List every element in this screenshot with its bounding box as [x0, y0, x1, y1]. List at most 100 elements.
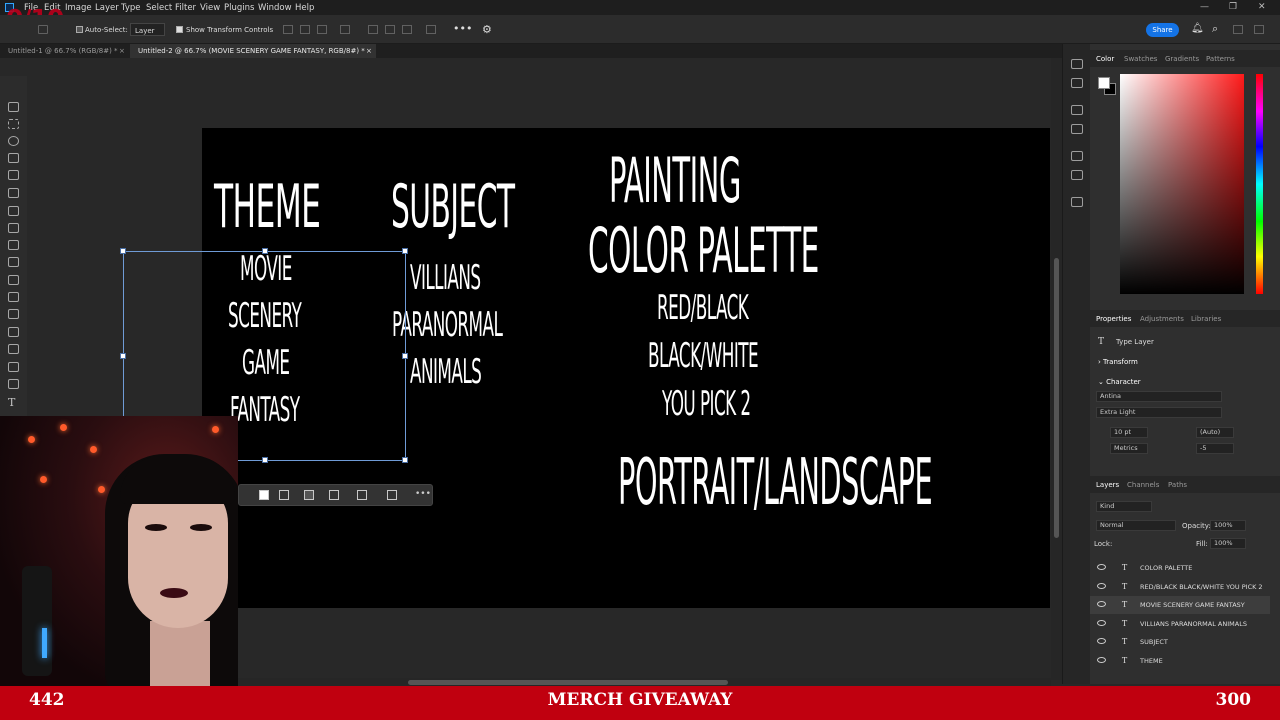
layer-row[interactable]: T SUBJECT — [1090, 633, 1270, 651]
menu-filter[interactable]: Filter — [175, 3, 196, 13]
layer-row[interactable]: T RED/BLACK BLACK/WHITE YOU PICK 2 — [1090, 578, 1270, 596]
paragraph-icon[interactable] — [1071, 151, 1083, 161]
handle-top-middle[interactable] — [262, 248, 268, 254]
vertical-scroll-thumb[interactable] — [1054, 258, 1059, 538]
fill-field[interactable]: 100% — [1210, 538, 1246, 549]
tools-icon[interactable] — [1071, 197, 1083, 207]
layer-row[interactable]: T COLOR PALETTE — [1090, 559, 1270, 577]
adjustments-icon[interactable] — [1071, 124, 1083, 134]
layer-row[interactable]: T THEME — [1090, 652, 1270, 670]
menu-layer[interactable]: Layer — [95, 3, 119, 13]
tab-patterns[interactable]: Patterns — [1206, 55, 1235, 63]
comments-icon[interactable] — [1071, 78, 1083, 88]
palette-item-red-black[interactable]: RED/BLACK — [657, 288, 749, 328]
tracking-field[interactable]: -5 — [1196, 443, 1234, 454]
history-icon[interactable] — [1071, 59, 1083, 69]
more-options-icon[interactable]: ••• — [453, 22, 472, 35]
distribute-vertical-icon[interactable] — [426, 25, 436, 34]
visibility-eye-icon[interactable] — [1097, 657, 1106, 663]
dodge-tool-icon[interactable] — [8, 344, 19, 354]
smudge-tool-icon[interactable] — [8, 327, 19, 337]
zoom-tool-icon[interactable] — [8, 362, 19, 372]
vertical-scrollbar[interactable] — [1051, 58, 1062, 680]
align-center-icon[interactable] — [304, 490, 314, 500]
marquee-tool-icon[interactable] — [8, 119, 19, 129]
tab-close-icon[interactable]: × — [119, 44, 125, 58]
character-section[interactable]: ⌄ Character — [1098, 378, 1141, 386]
subject-heading[interactable]: SUBJECT — [391, 172, 515, 242]
layer-row[interactable]: T MOVIE SCENERY GAME FANTASY — [1090, 596, 1270, 615]
handle-bottom-middle[interactable] — [262, 457, 268, 463]
font-style-dropdown[interactable]: Extra Light — [1096, 407, 1222, 418]
tab-swatches[interactable]: Swatches — [1124, 55, 1157, 63]
lasso-tool-icon[interactable] — [8, 136, 19, 146]
foreground-color-swatch[interactable] — [1098, 77, 1110, 89]
tab-libraries[interactable]: Libraries — [1191, 315, 1221, 323]
warp-text-icon[interactable] — [357, 490, 367, 500]
painting-heading[interactable]: PAINTING — [609, 144, 741, 217]
handle-middle-left[interactable] — [120, 353, 126, 359]
menu-select[interactable]: Select — [146, 3, 172, 13]
tab-untitled-2[interactable]: Untitled-2 @ 66.7% (MOVIE SCENERY GAME F… — [130, 44, 376, 58]
menu-view[interactable]: View — [200, 3, 220, 13]
bell-icon[interactable]: 🔔︎ — [1191, 23, 1204, 34]
workspace-icon[interactable] — [1233, 25, 1243, 34]
subject-item-paranormal[interactable]: PARANORMAL — [392, 305, 503, 345]
tab-untitled-1[interactable]: Untitled-1 @ 66.7% (RGB/8#) * × — [0, 44, 130, 58]
orientation-heading[interactable]: PORTRAIT/LANDSCAPE — [618, 446, 933, 520]
opacity-field[interactable]: 100% — [1210, 520, 1246, 531]
restore-icon[interactable]: ❐ — [1229, 2, 1237, 12]
palette-item-you-pick-2[interactable]: YOU PICK 2 — [662, 384, 751, 424]
pen-tool-icon[interactable] — [8, 379, 19, 389]
blend-mode-dropdown[interactable]: Normal — [1096, 520, 1176, 531]
handle-middle-right[interactable] — [402, 353, 408, 359]
theme-heading[interactable]: THEME — [214, 172, 321, 242]
menu-window[interactable]: Window — [258, 3, 292, 13]
palette-item-black-white[interactable]: BLACK/WHITE — [648, 336, 759, 376]
layer-row[interactable]: T VILLIANS PARANORMAL ANIMALS — [1090, 615, 1270, 633]
font-size-field[interactable]: 10 pt — [1110, 427, 1148, 438]
menu-help[interactable]: Help — [295, 3, 314, 13]
auto-select-checkbox[interactable] — [76, 26, 83, 33]
tab-gradients[interactable]: Gradients — [1165, 55, 1199, 63]
tab-adjustments[interactable]: Adjustments — [1140, 315, 1184, 323]
distribute-icon[interactable] — [340, 25, 350, 34]
history-brush-tool-icon[interactable] — [8, 275, 19, 285]
clone-stamp-tool-icon[interactable] — [8, 257, 19, 267]
subject-item-animals[interactable]: ANIMALS — [410, 352, 482, 392]
transform-controls-checkbox[interactable] — [176, 26, 183, 33]
object-select-tool-icon[interactable] — [8, 153, 19, 163]
handle-bottom-right[interactable] — [402, 457, 408, 463]
move-tool-icon[interactable] — [8, 102, 19, 112]
gradient-tool-icon[interactable] — [8, 309, 19, 319]
tab-channels[interactable]: Channels — [1127, 481, 1159, 489]
crop-tool-icon[interactable] — [8, 170, 19, 180]
visibility-eye-icon[interactable] — [1097, 582, 1106, 589]
glyphs-icon[interactable] — [1071, 170, 1083, 180]
align-center-icon[interactable] — [300, 25, 310, 34]
auto-select-dropdown[interactable]: Layer — [130, 23, 165, 36]
kerning-field[interactable]: Metrics — [1110, 443, 1148, 454]
subject-item-villians[interactable]: VILLIANS — [410, 258, 481, 298]
tab-paths[interactable]: Paths — [1168, 481, 1187, 489]
align-right-icon[interactable] — [329, 490, 339, 500]
hue-slider[interactable] — [1256, 74, 1263, 294]
type-tool-icon[interactable]: T — [8, 396, 19, 409]
tab-layers[interactable]: Layers — [1096, 481, 1119, 489]
eyedropper-tool-icon[interactable] — [8, 206, 19, 216]
align-middle-icon[interactable] — [385, 25, 395, 34]
share-button[interactable]: Share — [1146, 23, 1179, 37]
handle-top-right[interactable] — [402, 248, 408, 254]
visibility-eye-icon[interactable] — [1097, 601, 1106, 608]
brush-settings-icon[interactable] — [1071, 105, 1083, 115]
tab-properties[interactable]: Properties — [1096, 315, 1131, 323]
layer-filter-dropdown[interactable]: Kind — [1096, 501, 1152, 512]
horizontal-scroll-thumb[interactable] — [408, 680, 728, 685]
leading-field[interactable]: (Auto) — [1196, 427, 1234, 438]
brush-tool-icon[interactable] — [8, 240, 19, 250]
text-color-swatch[interactable] — [259, 490, 269, 500]
transform-section[interactable]: › Transform — [1098, 358, 1138, 366]
align-top-icon[interactable] — [368, 25, 378, 34]
search-icon[interactable]: ⌕ — [1212, 22, 1218, 36]
close-icon[interactable]: ✕ — [1258, 2, 1266, 12]
